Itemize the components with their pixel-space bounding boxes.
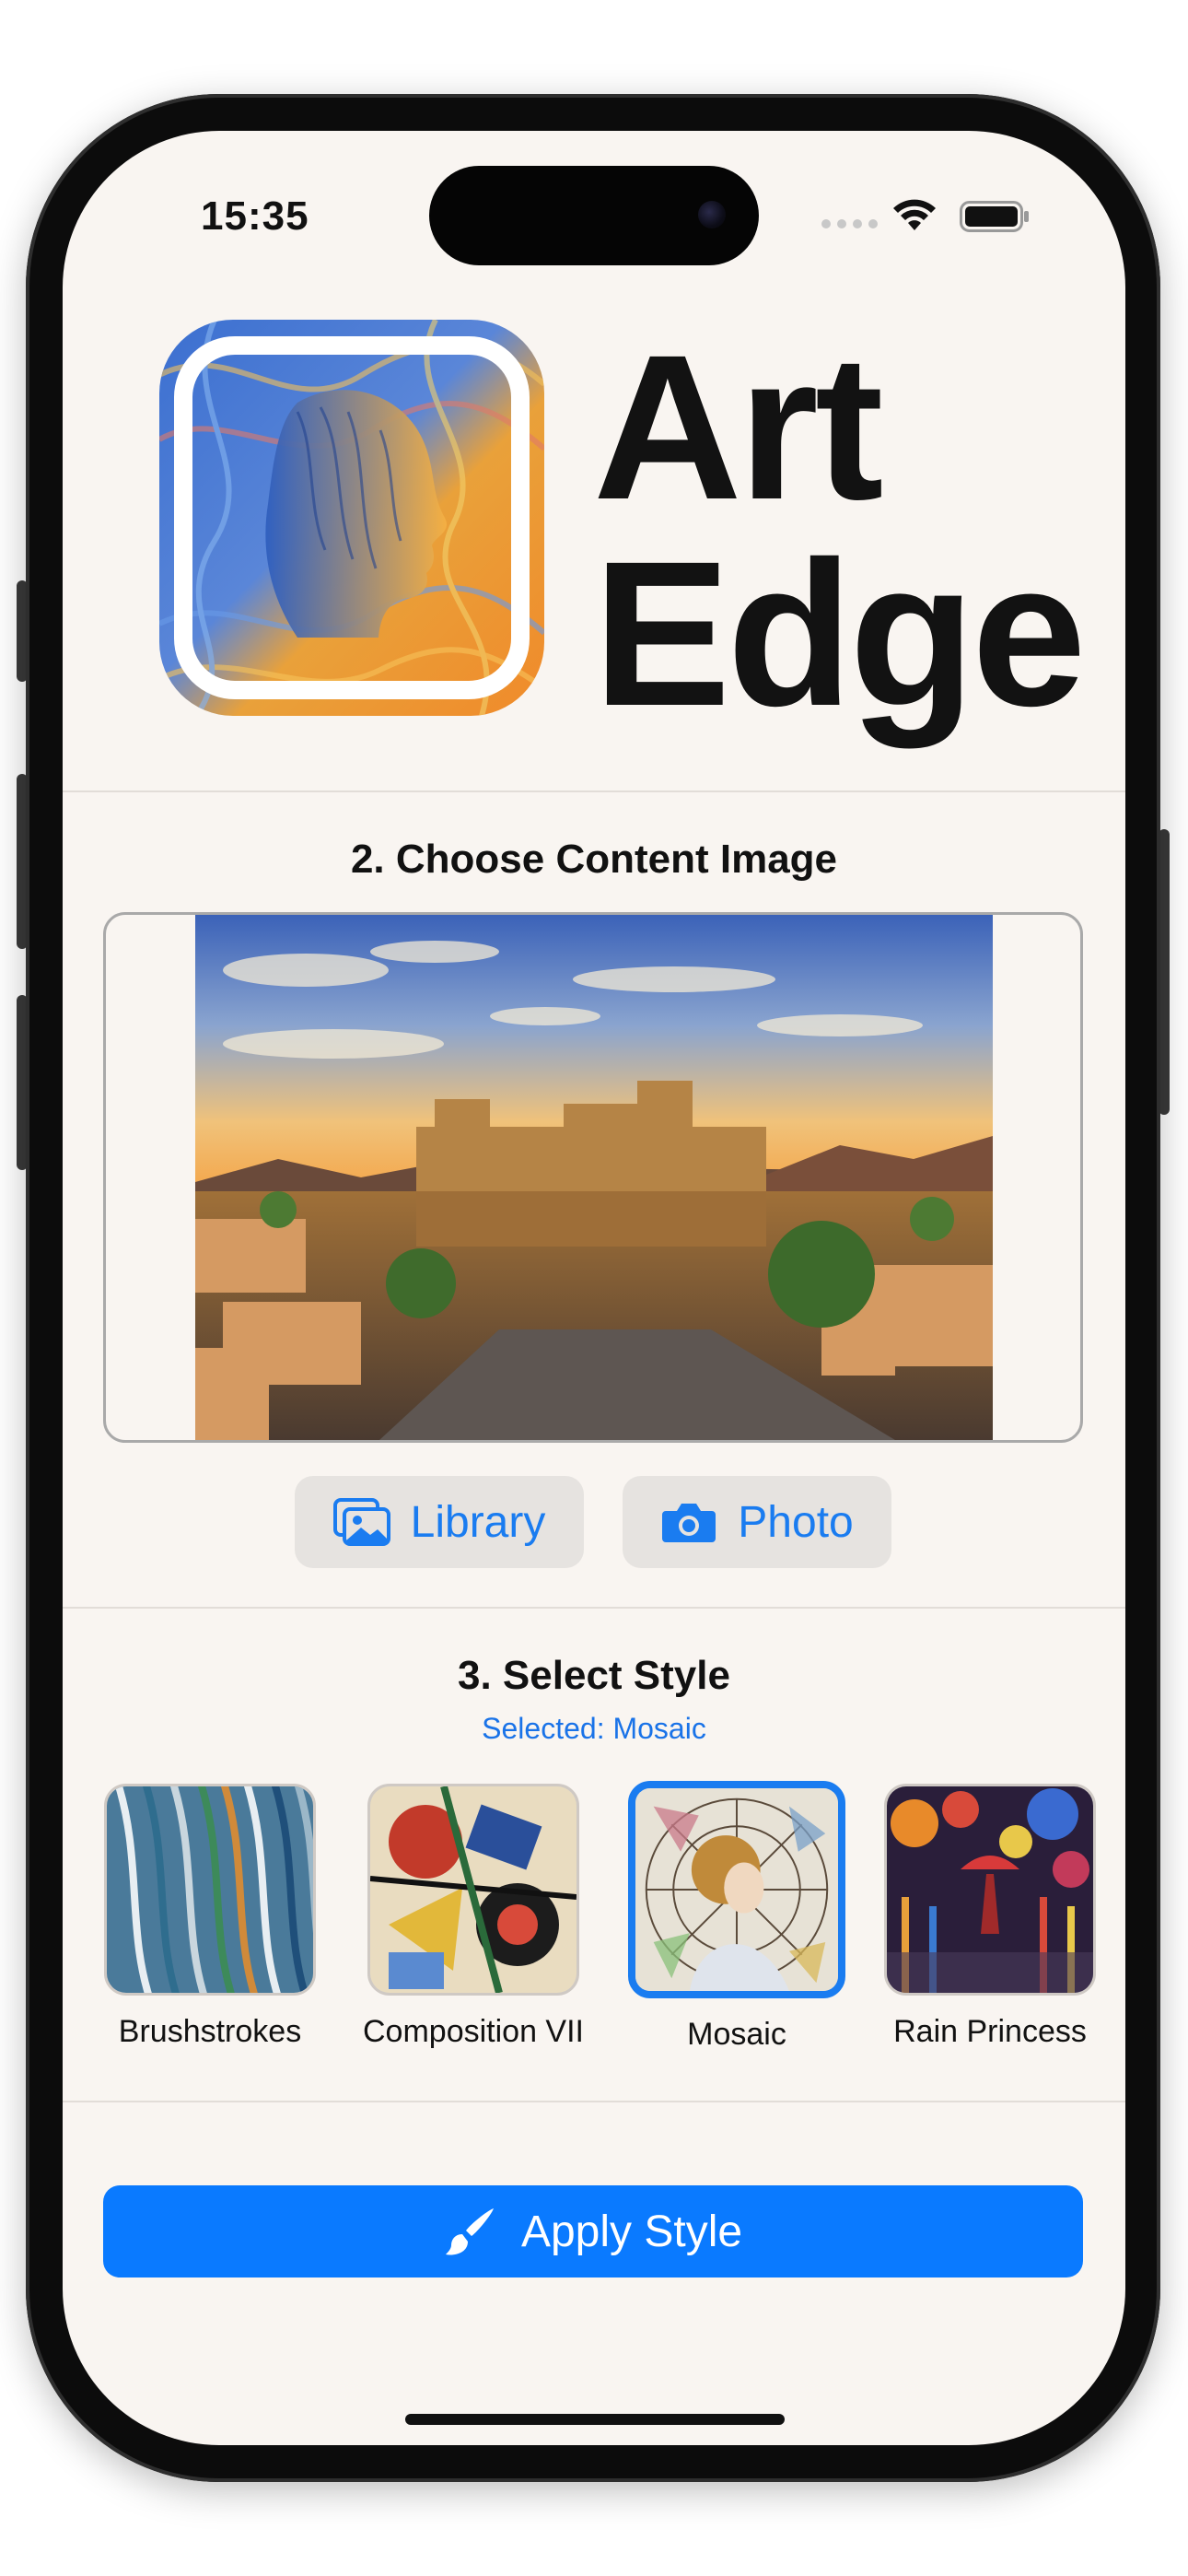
style-option-mosaic[interactable]: Mosaic	[628, 1781, 845, 2053]
style-option-brushstrokes[interactable]: Brushstrokes	[104, 1784, 316, 2050]
library-button-label: Library	[410, 1497, 546, 1547]
style-thumbnail	[884, 1784, 1096, 1996]
photo-button-label: Photo	[738, 1497, 854, 1547]
style-label: Composition VII	[363, 2014, 584, 2049]
style-option-rain-princess[interactable]: Rain Princess	[884, 1784, 1096, 2050]
style-label: Rain Princess	[893, 2014, 1087, 2049]
app-logo	[159, 320, 544, 716]
wifi-icon	[893, 199, 936, 230]
apply-style-label: Apply Style	[520, 2207, 743, 2256]
apply-style-button[interactable]: Apply Style	[103, 2185, 1083, 2277]
style-thumbnail-selected	[628, 1781, 845, 1998]
status-time: 15:35	[201, 193, 309, 239]
front-camera	[698, 201, 726, 228]
app-title-line1: Art	[593, 312, 884, 543]
section-divider	[63, 2101, 1125, 2102]
camera-icon	[662, 1504, 716, 1542]
style-thumbnail	[367, 1784, 579, 1996]
app-screen: 15:35 Art Edge 2. Choose Content Image L…	[63, 131, 1125, 2445]
content-image-frame[interactable]	[103, 912, 1083, 1443]
photo-button[interactable]: Photo	[623, 1476, 891, 1568]
photo-library-icon	[332, 1498, 390, 1546]
style-label: Brushstrokes	[118, 2014, 302, 2049]
content-section-title: 2. Choose Content Image	[350, 837, 838, 882]
content-image	[195, 915, 993, 1440]
selected-style-text: Selected: Mosaic	[482, 1712, 706, 1745]
app-title-line2: Edge	[593, 519, 1087, 749]
section-divider	[63, 1607, 1125, 1609]
style-thumbnail	[104, 1784, 316, 1996]
style-section-title: 3. Select Style	[458, 1653, 730, 1698]
app-title: Art Edge	[593, 312, 1087, 749]
dynamic-island	[429, 166, 759, 265]
library-button[interactable]: Library	[295, 1476, 584, 1568]
style-option-composition-vii[interactable]: Composition VII	[363, 1784, 584, 2050]
paintbrush-icon	[445, 2208, 494, 2255]
battery-icon	[960, 201, 1029, 232]
section-divider	[63, 790, 1125, 792]
style-label: Mosaic	[687, 2017, 786, 2052]
cellular-signal-icon	[821, 219, 878, 228]
home-indicator[interactable]	[405, 2414, 785, 2425]
